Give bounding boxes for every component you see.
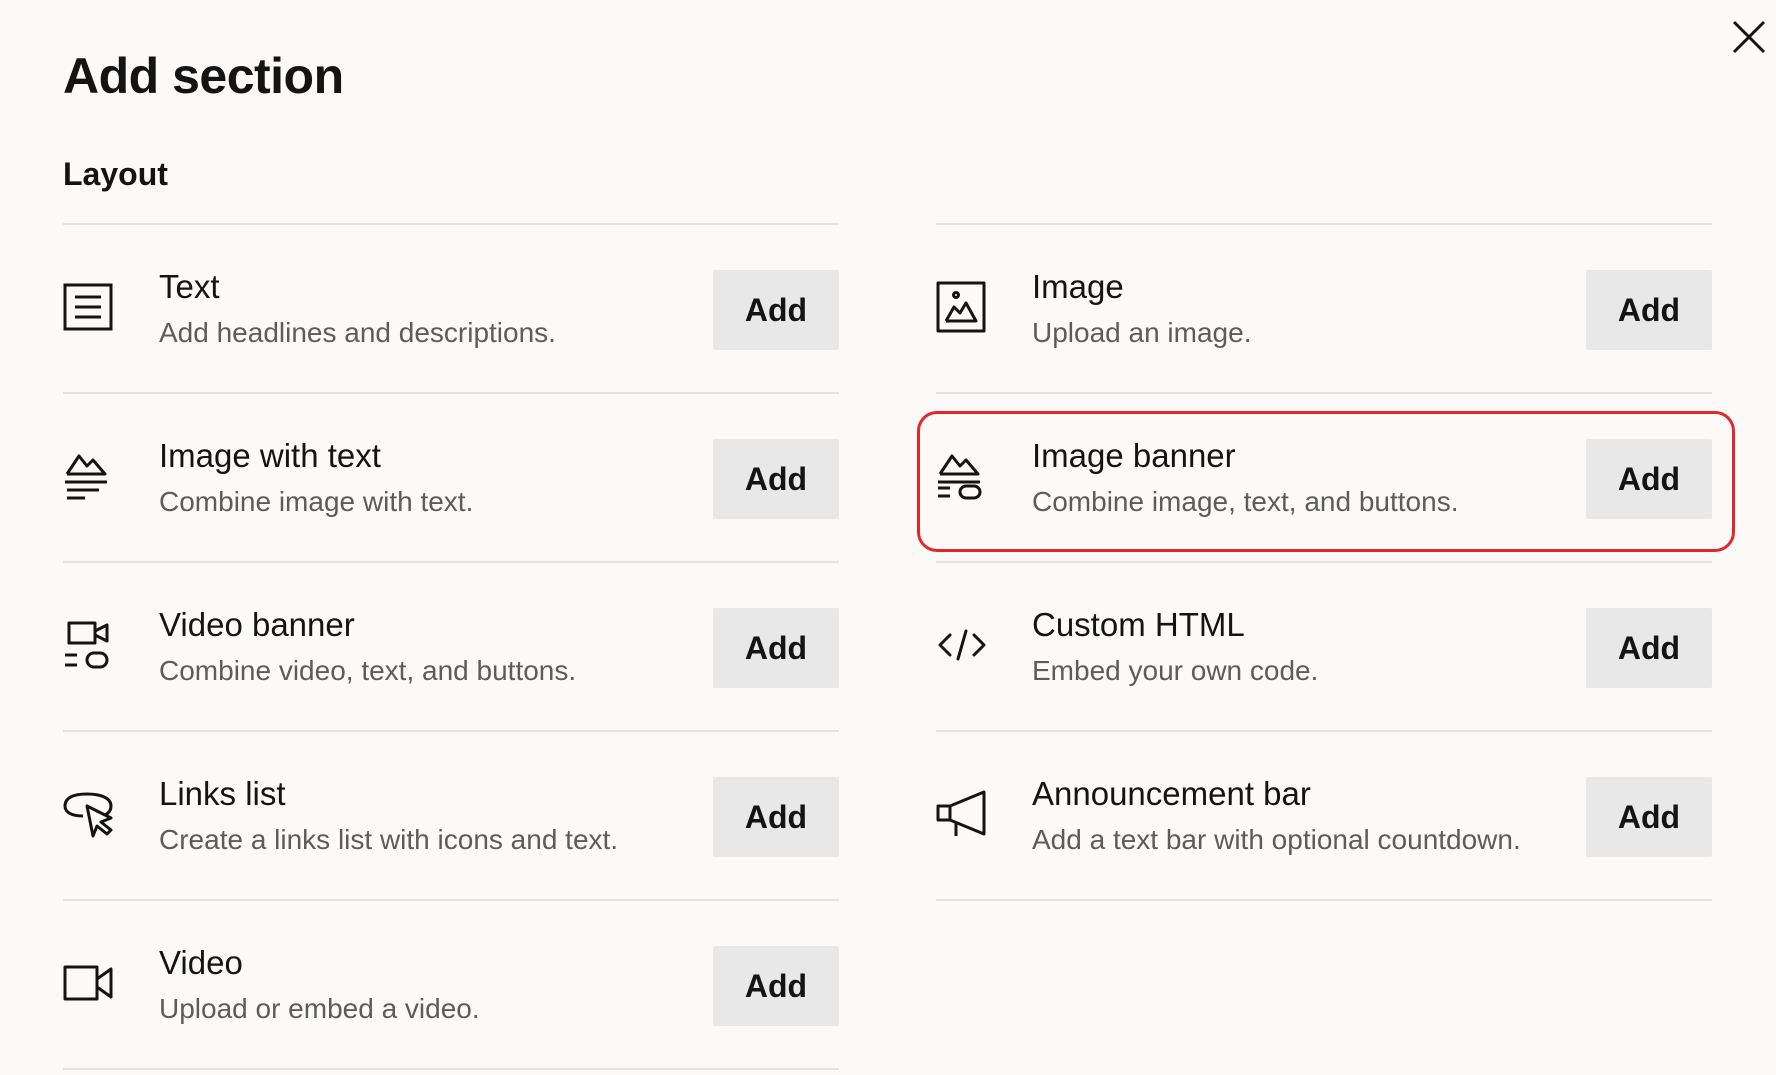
add-text-button[interactable]: Add (713, 270, 839, 350)
item-title: Custom HTML (1032, 606, 1245, 643)
add-video-banner-button[interactable]: Add (713, 608, 839, 688)
section-item-custom-html: Custom HTML Embed your own code. Add (936, 561, 1712, 730)
section-item-text: Text Add headlines and descriptions. Add (63, 223, 839, 392)
add-custom-html-button[interactable]: Add (1586, 608, 1712, 688)
close-button[interactable] (1730, 18, 1768, 56)
add-image-button[interactable]: Add (1586, 270, 1712, 350)
left-column: Text Add headlines and descriptions. Add… (63, 223, 839, 1070)
video-icon (63, 957, 115, 1009)
text-icon (63, 281, 115, 333)
section-item-image: Image Upload an image. Add (936, 223, 1712, 392)
add-announcement-bar-button[interactable]: Add (1586, 777, 1712, 857)
close-icon (1732, 20, 1766, 54)
add-links-list-button[interactable]: Add (713, 777, 839, 857)
megaphone-icon (936, 788, 988, 840)
section-item-video: Video Upload or embed a video. Add (63, 899, 839, 1070)
image-icon (936, 281, 988, 333)
item-description: Combine image, text, and buttons. (1032, 486, 1459, 517)
item-description: Combine video, text, and buttons. (159, 655, 577, 686)
section-item-announcement-bar: Announcement bar Add a text bar with opt… (936, 730, 1712, 901)
section-item-links-list: Links list Create a links list with icon… (63, 730, 839, 899)
section-item-image-with-text: Image with text Combine image with text.… (63, 392, 839, 561)
section-item-image-banner: Image banner Combine image, text, and bu… (936, 392, 1712, 561)
item-description: Upload or embed a video. (159, 993, 480, 1024)
dialog-title: Add section (63, 48, 344, 104)
add-image-with-text-button[interactable]: Add (713, 439, 839, 519)
item-description: Embed your own code. (1032, 655, 1319, 686)
right-column: Image Upload an image. Add Image banner … (936, 223, 1712, 901)
item-title: Video banner (159, 606, 355, 643)
item-description: Upload an image. (1032, 317, 1252, 348)
item-description: Add headlines and descriptions. (159, 317, 556, 348)
links-list-icon (63, 788, 115, 840)
code-icon (936, 619, 988, 671)
item-title: Links list (159, 775, 286, 812)
item-description: Add a text bar with optional countdown. (1032, 824, 1521, 855)
item-title: Text (159, 268, 220, 305)
image-banner-icon (936, 450, 988, 502)
image-with-text-icon (63, 450, 115, 502)
item-description: Combine image with text. (159, 486, 474, 517)
section-heading-layout: Layout (63, 156, 168, 192)
add-image-banner-button[interactable]: Add (1586, 439, 1712, 519)
item-title: Image banner (1032, 437, 1236, 474)
add-video-button[interactable]: Add (713, 946, 839, 1026)
item-title: Announcement bar (1032, 775, 1311, 812)
section-item-video-banner: Video banner Combine video, text, and bu… (63, 561, 839, 730)
item-title: Image (1032, 268, 1124, 305)
item-title: Video (159, 944, 243, 981)
video-banner-icon (63, 619, 115, 671)
add-section-dialog: Add section Layout Text Add headlines an… (0, 0, 1776, 1075)
item-description: Create a links list with icons and text. (159, 824, 619, 855)
item-title: Image with text (159, 437, 381, 474)
